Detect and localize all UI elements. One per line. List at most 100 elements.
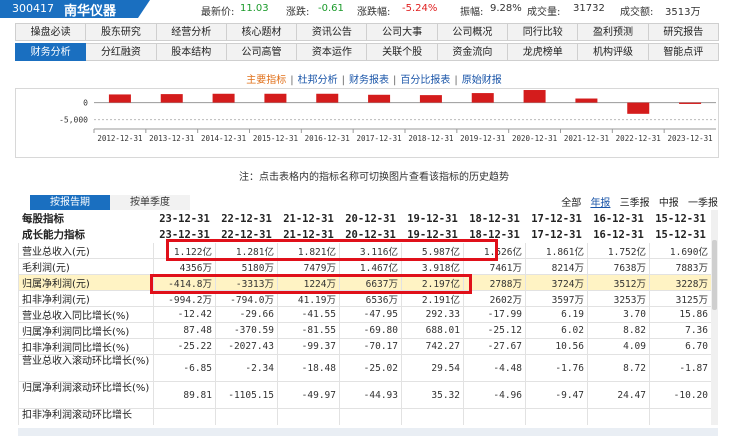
table-scrollbar[interactable] <box>711 210 718 425</box>
indicator-value: 7638万 <box>587 258 650 275</box>
indicator-name[interactable]: 归属净利润滚动环比增长(%) <box>18 381 154 409</box>
filter-interim-report[interactable]: 中报 <box>659 198 679 209</box>
tab-research-reports[interactable]: 研究报告 <box>648 23 719 41</box>
indicator-value: 5.987亿 <box>401 242 464 259</box>
indicator-name[interactable]: 扣非净利润同比增长(%) <box>18 338 154 355</box>
tab-share-structure[interactable]: 股本结构 <box>156 43 227 61</box>
tab-dividends-financing[interactable]: 分红融资 <box>86 43 157 61</box>
tab-core-themes[interactable]: 核心题材 <box>226 23 298 41</box>
chart-bar[interactable] <box>471 93 494 103</box>
indicator-table: 每股指标 23-12-31 22-12-31 21-12-31 20-12-31 19-1… <box>18 210 712 425</box>
section-label[interactable]: 每股指标 <box>18 210 154 227</box>
tab-executives[interactable]: 公司高管 <box>226 43 298 61</box>
change-pct-label: 涨跌幅: <box>357 7 391 18</box>
chart-bar[interactable] <box>368 94 391 103</box>
period-header: 23-12-31 <box>153 210 216 227</box>
tab-trading-guide[interactable]: 操盘必读 <box>15 23 87 41</box>
y-tick-label: 0 <box>83 99 88 108</box>
subnav-dupont-analysis[interactable]: 杜邦分析 <box>298 75 338 86</box>
filter-q3-report[interactable]: 三季报 <box>620 198 650 209</box>
financial-subnav: 主要指标 | 杜邦分析 | 财务报表 | 百分比报表 | 原始财报 <box>0 71 748 86</box>
chart-bar[interactable] <box>264 93 287 103</box>
filter-all[interactable]: 全部 <box>561 198 581 209</box>
indicator-value: 3228万 <box>649 274 712 291</box>
indicator-value: 8.82 <box>587 322 650 339</box>
tab-dragon-tiger-list[interactable]: 龙虎榜单 <box>508 43 579 61</box>
table-row-net-profit-rolling-qoq: 归属净利润滚动环比增长(%) 89.81 -1105.15 -49.97 -44.93 3… <box>18 381 712 409</box>
indicator-value: 3724万 <box>525 274 588 291</box>
filter-annual-report[interactable]: 年报 <box>590 198 610 209</box>
indicator-value: 2602万 <box>463 290 526 307</box>
subnav-original-reports[interactable]: 原始财报 <box>462 75 502 86</box>
indicator-value: 1.821亿 <box>277 242 340 259</box>
indicator-value: 3253万 <box>587 290 650 307</box>
period-header: 22-12-31 <box>215 210 278 227</box>
tab-capital-operations[interactable]: 资本运作 <box>297 43 368 61</box>
indicator-value: -41.55 <box>277 306 340 323</box>
indicator-value <box>649 408 712 425</box>
filter-q1-report[interactable]: 一季报 <box>688 198 718 209</box>
indicator-name[interactable]: 扣非净利润(元) <box>18 290 154 307</box>
chart-bar[interactable] <box>316 93 339 103</box>
chart-bar[interactable] <box>108 94 131 103</box>
indicator-table-container: 每股指标 23-12-31 22-12-31 21-12-31 20-12-31 19-1… <box>18 210 712 425</box>
table-row-gross-profit: 毛利润(元) 4356万 5180万 7479万 1.467亿 3.918亿 7461万 82… <box>18 258 712 275</box>
indicator-name[interactable]: 毛利润(元) <box>18 258 154 275</box>
x-tick-label: 2012-12-31 <box>97 134 142 143</box>
chart-bar[interactable] <box>212 93 235 103</box>
subnav-key-indicators[interactable]: 主要指标 <box>246 75 286 86</box>
indicator-value: -44.93 <box>339 381 402 409</box>
tab-shareholder-research[interactable]: 股东研究 <box>86 23 157 41</box>
indicator-value: -9.47 <box>525 381 588 409</box>
indicator-value: 6.02 <box>525 322 588 339</box>
chart-bar[interactable] <box>679 102 702 104</box>
table-row-revenue: 营业总收入(元) 1.122亿 1.281亿 1.821亿 3.116亿 5.987亿 1.… <box>18 242 712 259</box>
indicator-value: -4.96 <box>463 381 526 409</box>
period-header: 21-12-31 <box>277 210 340 227</box>
tab-by-report-period[interactable]: 按报告期 <box>30 195 110 210</box>
indicator-value: 1.122亿 <box>153 242 216 259</box>
latest-price: 11.03 <box>240 3 269 14</box>
indicator-name[interactable]: 归属净利润同比增长(%) <box>18 322 154 339</box>
chart-bar[interactable] <box>575 98 598 103</box>
indicator-name[interactable]: 营业总收入滚动环比增长(%) <box>18 354 154 382</box>
stock-header: 300417 南华仪器 最新价: 11.03 涨跌: -0.61 涨跌幅: -5… <box>0 0 748 18</box>
tab-major-events[interactable]: 公司大事 <box>367 23 438 41</box>
tab-by-single-quarter[interactable]: 按单季度 <box>110 195 190 210</box>
tab-business-analysis[interactable]: 经营分析 <box>156 23 227 41</box>
tab-peer-comparison[interactable]: 同行比较 <box>508 23 579 41</box>
chart-hint-note: 注：点击表格内的指标名称可切换图片查看该指标的历史趋势 <box>239 172 509 183</box>
indicator-value: -25.22 <box>153 338 216 355</box>
indicator-value: 8214万 <box>525 258 588 275</box>
tab-smart-review[interactable]: 智能点评 <box>648 43 719 61</box>
period-header: 17-12-31 <box>525 210 588 227</box>
chart-bar[interactable] <box>419 95 442 103</box>
growth-indicators-header: 成长能力指标 23-12-31 22-12-31 21-12-31 20-12-31 19… <box>18 226 712 243</box>
chart-bar[interactable] <box>523 90 546 103</box>
tab-capital-flow[interactable]: 资金流向 <box>437 43 509 61</box>
subnav-percentage-statements[interactable]: 百分比报表 <box>400 75 450 86</box>
period-header: 15-12-31 <box>649 226 712 243</box>
tab-company-profile[interactable]: 公司概况 <box>437 23 509 41</box>
indicator-name[interactable]: 营业总收入(元) <box>18 242 154 259</box>
chart-bar[interactable] <box>627 102 650 114</box>
table-scrollbar-thumb[interactable] <box>712 240 717 310</box>
indicator-name[interactable]: 扣非净利润滚动环比增长 <box>18 408 154 425</box>
tab-institution-ratings[interactable]: 机构评级 <box>578 43 649 61</box>
subnav-financial-statements[interactable]: 财务报表 <box>349 75 389 86</box>
indicator-value: 3597万 <box>525 290 588 307</box>
report-type-filter: 全部 年报 三季报 中报 一季报 <box>555 194 718 209</box>
indicator-value: 5180万 <box>215 258 278 275</box>
tab-related-stocks[interactable]: 关联个股 <box>367 43 438 61</box>
tab-financial-analysis[interactable]: 财务分析 <box>15 43 87 61</box>
indicator-name[interactable]: 营业总收入同比增长(%) <box>18 306 154 323</box>
x-tick-label: 2023-12-31 <box>668 134 713 143</box>
indicator-value: 2788万 <box>463 274 526 291</box>
indicator-value <box>215 408 278 425</box>
indicator-name[interactable]: 归属净利润(元) <box>18 274 154 291</box>
tab-news-announcements[interactable]: 资讯公告 <box>297 23 368 41</box>
chart-bar[interactable] <box>160 94 183 103</box>
indicator-value: -47.95 <box>339 306 402 323</box>
section-label[interactable]: 成长能力指标 <box>18 226 154 243</box>
tab-profit-forecast[interactable]: 盈利预测 <box>578 23 649 41</box>
